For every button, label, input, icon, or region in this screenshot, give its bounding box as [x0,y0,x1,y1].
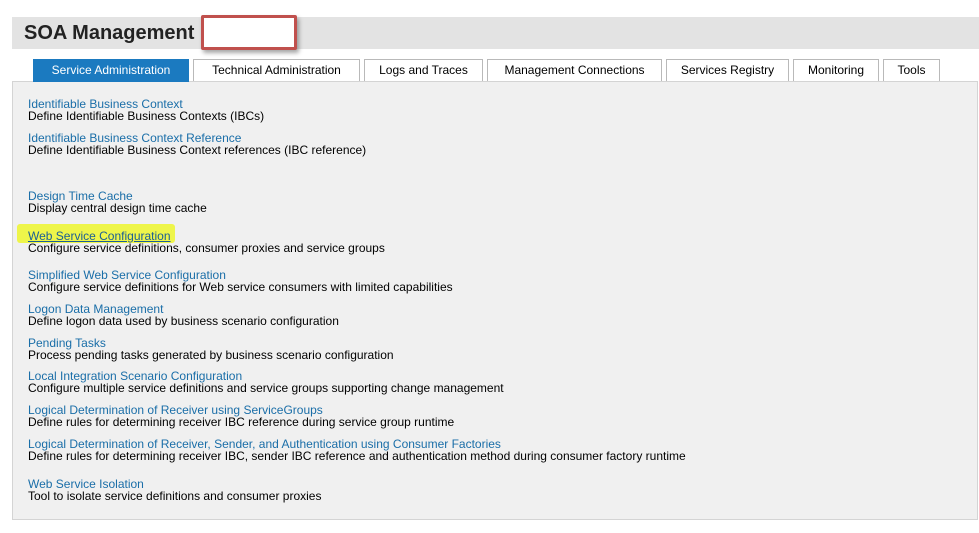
tab-services-registry[interactable]: Services Registry [666,59,789,81]
redaction-annotation-box [201,15,297,50]
item-description: Define Identifiable Business Contexts (I… [28,109,265,123]
tab-service-administration[interactable]: Service Administration [33,59,189,82]
list-item-logical-determination-consumer-factories: Logical Determination of Receiver, Sende… [28,438,686,462]
item-description: Tool to isolate service definitions and … [28,489,322,503]
item-description: Define rules for determining receiver IB… [28,449,686,463]
item-description: Define logon data used by business scena… [28,314,339,328]
tab-logs-and-traces[interactable]: Logs and Traces [364,59,483,81]
list-item-logon-data-management: Logon Data Management Define logon data … [28,303,339,327]
list-item-local-integration-scenario-configuration: Local Integration Scenario Configuration… [28,370,504,394]
page-title: SOA Management [24,22,195,44]
item-description: Display central design time cache [28,201,207,215]
item-description: Process pending tasks generated by busin… [28,348,394,362]
item-description: Configure multiple service definitions a… [28,381,504,395]
list-item-logical-determination-service-groups: Logical Determination of Receiver using … [28,404,454,428]
tab-technical-administration[interactable]: Technical Administration [193,59,360,81]
list-item-ibc-reference: Identifiable Business Context Reference … [28,132,366,156]
list-item-web-service-isolation: Web Service Isolation Tool to isolate se… [28,478,321,502]
list-item-web-service-configuration: Web Service Configuration Configure serv… [28,230,385,254]
tab-management-connections[interactable]: Management Connections [487,59,662,81]
list-item-identifiable-business-context: Identifiable Business Context Define Ide… [28,98,264,122]
list-item-pending-tasks: Pending Tasks Process pending tasks gene… [28,337,394,361]
list-item-simplified-web-service-configuration: Simplified Web Service Configuration Con… [28,269,453,293]
item-description: Configure service definitions for Web se… [28,280,453,294]
soa-management-page: SOA Management Service Administration Te… [0,0,979,533]
item-description: Define rules for determining receiver IB… [28,415,455,429]
tab-tools[interactable]: Tools [883,59,940,81]
item-description: Define Identifiable Business Context ref… [28,143,367,157]
item-description: Configure service definitions, consumer … [28,241,385,255]
list-item-design-time-cache: Design Time Cache Display central design… [28,190,207,214]
tab-monitoring[interactable]: Monitoring [793,59,879,81]
